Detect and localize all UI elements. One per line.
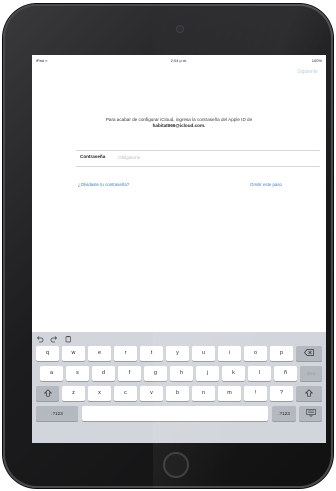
key-b[interactable]: b bbox=[166, 386, 189, 401]
skip-step-link[interactable]: Omitir este paso bbox=[250, 182, 282, 187]
divider-bottom bbox=[76, 166, 320, 167]
status-bar: iPad ≈ 2:04 p.m. 100% bbox=[32, 55, 326, 65]
key-n-tilde[interactable]: ñ bbox=[274, 366, 297, 381]
undo-icon[interactable] bbox=[36, 335, 44, 343]
key-l[interactable]: l bbox=[248, 366, 271, 381]
numbers-key-left[interactable]: .?123 bbox=[36, 406, 78, 421]
shift-icon bbox=[43, 388, 52, 397]
password-row: Contraseña bbox=[80, 152, 310, 162]
divider-top bbox=[76, 150, 320, 151]
key-i[interactable]: i bbox=[218, 346, 241, 361]
key-n[interactable]: n bbox=[192, 386, 215, 401]
return-key[interactable]: Intro bbox=[300, 366, 322, 381]
space-bar[interactable] bbox=[82, 406, 268, 421]
key-g[interactable]: g bbox=[144, 366, 167, 381]
prompt-text: Para acabar de configurar iCloud, ingres… bbox=[105, 117, 253, 122]
key-y[interactable]: y bbox=[166, 346, 189, 361]
key-t[interactable]: t bbox=[140, 346, 163, 361]
key-period-label: . bbox=[280, 388, 283, 393]
delete-icon bbox=[304, 349, 314, 356]
key-z[interactable]: z bbox=[62, 386, 85, 401]
delete-key[interactable] bbox=[296, 346, 322, 361]
key-c[interactable]: c bbox=[114, 386, 137, 401]
key-question[interactable]: . ? bbox=[270, 386, 293, 401]
ipad-device: iPad ≈ 2:04 p.m. 100% Siguiente Para aca… bbox=[3, 4, 333, 488]
key-r[interactable]: r bbox=[114, 346, 137, 361]
forgot-password-link[interactable]: ¿Olvidaste tu contraseña? bbox=[78, 182, 129, 187]
key-p[interactable]: p bbox=[270, 346, 293, 361]
key-comma-label: , bbox=[254, 388, 257, 393]
key-w[interactable]: w bbox=[62, 346, 85, 361]
front-camera bbox=[177, 26, 183, 32]
key-u[interactable]: u bbox=[192, 346, 215, 361]
paste-icon[interactable] bbox=[64, 335, 72, 343]
hide-keyboard-key[interactable] bbox=[299, 406, 322, 421]
password-field[interactable] bbox=[118, 152, 298, 162]
redo-icon[interactable] bbox=[50, 335, 58, 343]
key-q[interactable]: q bbox=[36, 346, 59, 361]
next-button[interactable]: Siguiente bbox=[297, 69, 318, 75]
home-button[interactable] bbox=[163, 452, 189, 478]
keyboard-dismiss-icon bbox=[305, 408, 316, 417]
key-exclamation[interactable]: , ! bbox=[244, 386, 267, 401]
shift-right-key[interactable] bbox=[296, 386, 322, 401]
screen: iPad ≈ 2:04 p.m. 100% Siguiente Para aca… bbox=[32, 55, 326, 443]
key-d[interactable]: d bbox=[92, 366, 115, 381]
key-k[interactable]: k bbox=[222, 366, 245, 381]
key-a[interactable]: a bbox=[40, 366, 63, 381]
status-time: 2:04 p.m. bbox=[170, 58, 188, 63]
key-o[interactable]: o bbox=[244, 346, 267, 361]
key-e[interactable]: e bbox=[88, 346, 111, 361]
shift-left-key[interactable] bbox=[36, 386, 59, 401]
key-s[interactable]: s bbox=[66, 366, 89, 381]
key-v[interactable]: v bbox=[140, 386, 163, 401]
key-m[interactable]: m bbox=[218, 386, 241, 401]
shift-icon bbox=[304, 388, 314, 397]
status-battery: 100% bbox=[311, 58, 322, 63]
prompt-email: habitat666@icloud.com. bbox=[152, 123, 206, 128]
numbers-key-right[interactable]: .?123 bbox=[272, 406, 296, 421]
key-h[interactable]: h bbox=[170, 366, 193, 381]
keyboard-toolbar bbox=[36, 335, 72, 343]
key-j[interactable]: j bbox=[196, 366, 219, 381]
key-f[interactable]: f bbox=[118, 366, 141, 381]
icloud-prompt: Para acabar de configurar iCloud, ingres… bbox=[76, 117, 282, 129]
password-label: Contraseña bbox=[80, 154, 106, 159]
key-x[interactable]: x bbox=[88, 386, 111, 401]
keyboard: q w e r t y u i o p a s d f g h j k l ñ … bbox=[32, 332, 326, 443]
